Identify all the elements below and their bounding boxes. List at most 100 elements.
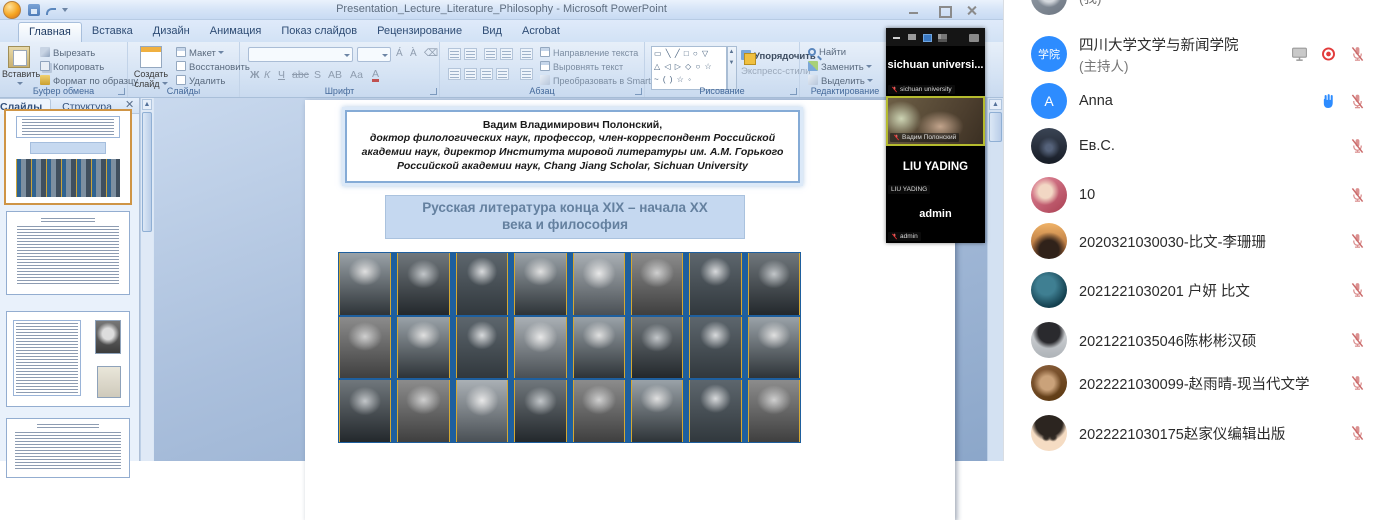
maximize-button[interactable] bbox=[933, 4, 955, 17]
cut-icon bbox=[40, 47, 50, 57]
screen-share-icon bbox=[1291, 47, 1308, 62]
participant-row[interactable]: 2021221035046陈彬彬汉硕 bbox=[1004, 316, 1377, 364]
save-icon[interactable] bbox=[28, 4, 40, 16]
main-scroll-thumb[interactable] bbox=[989, 112, 1002, 142]
main-scrollbar[interactable]: ▲ bbox=[987, 98, 1003, 461]
muted-mic-icon bbox=[1349, 332, 1366, 349]
powerpoint-window: Presentation_Lecture_Literature_Philosop… bbox=[0, 0, 1003, 461]
video-tile-speaker[interactable]: Вадим Полонский bbox=[886, 96, 985, 146]
undo-icon[interactable] bbox=[45, 4, 57, 16]
bullets-icon[interactable] bbox=[448, 48, 461, 60]
strip-participants-icon[interactable] bbox=[969, 34, 979, 42]
bold-button[interactable]: Ж bbox=[250, 69, 260, 81]
video-tile-sichuan[interactable]: sichuan universi... sichuan university bbox=[886, 46, 985, 96]
participant-row[interactable]: A Anna bbox=[1004, 77, 1377, 125]
change-case-button[interactable]: Аа bbox=[350, 69, 363, 81]
credentials-textbox[interactable]: Вадим Владимирович Полонский, доктор фил… bbox=[345, 110, 800, 183]
tab-animation[interactable]: Анимация bbox=[200, 22, 272, 41]
delete-icon bbox=[176, 75, 186, 85]
replace-button[interactable]: Заменить bbox=[808, 61, 872, 74]
numbering-icon[interactable] bbox=[464, 48, 477, 60]
smartart-button[interactable]: Преобразовать в SmartArt bbox=[540, 75, 662, 86]
tab-slideshow[interactable]: Показ слайдов bbox=[271, 22, 367, 41]
smartart-icon bbox=[540, 75, 550, 85]
portrait-cell bbox=[514, 380, 566, 442]
shapes-gallery[interactable]: ▭ ╲ ╱ □ ○ ▽ △ ◁ ▷ ◇ ○ ☆ ~ ( ) ☆ ◦ ▲▼ bbox=[651, 46, 727, 90]
find-icon bbox=[808, 48, 816, 56]
strip-minimize-icon[interactable] bbox=[893, 34, 900, 39]
shrink-font-button[interactable]: А̀ bbox=[410, 48, 417, 59]
slide-thumbnail-2[interactable] bbox=[6, 211, 130, 295]
participant-row-host[interactable]: 学院 四川大学文学与新闻学院 (主持人) bbox=[1004, 26, 1377, 82]
align-text-button[interactable]: Выровнять текст bbox=[540, 61, 623, 72]
font-name-combo[interactable] bbox=[248, 47, 353, 62]
avatar bbox=[1031, 415, 1067, 451]
italic-button[interactable]: К bbox=[264, 69, 270, 81]
tab-view[interactable]: Вид bbox=[472, 22, 512, 41]
align-left-icon[interactable] bbox=[448, 68, 461, 80]
align-center-icon[interactable] bbox=[464, 68, 477, 80]
strip-grid-view-icon[interactable] bbox=[938, 34, 947, 42]
panel-scrollbar[interactable]: ▲ bbox=[140, 98, 153, 461]
tab-design[interactable]: Дизайн bbox=[143, 22, 200, 41]
participant-row[interactable]: 10 bbox=[1004, 171, 1377, 219]
office-orb-button[interactable] bbox=[3, 1, 21, 19]
minimize-button[interactable] bbox=[903, 4, 925, 17]
reset-button[interactable]: Восстановить bbox=[176, 61, 250, 74]
align-right-icon[interactable] bbox=[480, 68, 493, 80]
participant-row[interactable]: 2022221030099-赵雨晴-现当代文学 bbox=[1004, 359, 1377, 407]
close-button[interactable] bbox=[961, 4, 983, 17]
tab-home[interactable]: Главная bbox=[18, 22, 82, 42]
slide-thumbnail-4[interactable] bbox=[6, 418, 130, 478]
layout-button[interactable]: Макет bbox=[176, 47, 224, 60]
grow-font-button[interactable]: А́ bbox=[396, 48, 403, 59]
panel-scroll-up-arrow[interactable]: ▲ bbox=[142, 99, 152, 110]
tab-insert[interactable]: Вставка bbox=[82, 22, 143, 41]
slide-thumbnail-1[interactable] bbox=[4, 109, 132, 205]
ribbon-tab-row: Главная Вставка Дизайн Анимация Показ сл… bbox=[0, 20, 1003, 42]
participant-row[interactable]: 2020321030030-比文-李珊珊 bbox=[1004, 217, 1377, 265]
strip-speaker-view-icon[interactable] bbox=[908, 34, 916, 40]
paragraph-dialog-launcher[interactable] bbox=[635, 88, 642, 95]
increase-indent-icon[interactable] bbox=[500, 48, 513, 60]
tab-review[interactable]: Рецензирование bbox=[367, 22, 472, 41]
find-button[interactable]: Найти bbox=[808, 47, 846, 60]
decrease-indent-icon[interactable] bbox=[484, 48, 497, 60]
panel-scroll-thumb[interactable] bbox=[142, 112, 152, 232]
slide-thumbnail-3[interactable] bbox=[6, 311, 130, 407]
strip-gallery-view-active-icon[interactable] bbox=[923, 34, 932, 42]
portrait-cell bbox=[573, 380, 625, 442]
lecture-title-box[interactable]: Русская литература конца XIX – начала XX… bbox=[385, 195, 745, 239]
clear-format-button[interactable]: ⌫ bbox=[424, 48, 438, 59]
participant-row[interactable]: Ев.С. bbox=[1004, 122, 1377, 170]
paste-button[interactable]: Вставить bbox=[2, 45, 36, 90]
main-scroll-up-arrow[interactable]: ▲ bbox=[989, 99, 1002, 110]
font-dialog-launcher[interactable] bbox=[430, 88, 437, 95]
line-spacing-icon[interactable] bbox=[520, 48, 533, 60]
shadow-button[interactable]: S bbox=[314, 69, 321, 81]
current-slide[interactable]: Вадим Владимирович Полонский, доктор фил… bbox=[305, 100, 955, 520]
new-slide-button[interactable]: Создать слайд bbox=[131, 45, 171, 90]
char-spacing-button[interactable]: АВ bbox=[328, 69, 342, 81]
video-tile-admin[interactable]: admin admin bbox=[886, 196, 985, 243]
strikethrough-button[interactable]: abc bbox=[292, 69, 309, 81]
font-color-button[interactable]: А bbox=[372, 69, 379, 82]
text-direction-button[interactable]: Направление текста bbox=[540, 47, 638, 58]
participant-row-me[interactable]: (我) bbox=[1004, 0, 1377, 21]
cut-button[interactable]: Вырезать bbox=[40, 47, 95, 60]
participant-row[interactable]: 2022221030175赵家仪编辑出版 bbox=[1004, 409, 1377, 457]
justify-icon[interactable] bbox=[496, 68, 509, 80]
tab-acrobat[interactable]: Acrobat bbox=[512, 22, 570, 41]
participant-row[interactable]: 2021221030201 户妍 比文 bbox=[1004, 266, 1377, 314]
copy-button[interactable]: Копировать bbox=[40, 61, 104, 74]
portrait-grid[interactable] bbox=[338, 252, 801, 443]
shapes-gallery-scroll[interactable]: ▲▼ bbox=[727, 46, 737, 90]
underline-button[interactable]: Ч bbox=[278, 69, 285, 81]
clipboard-dialog-launcher[interactable] bbox=[118, 88, 125, 95]
video-tile-liu-yading[interactable]: LIU YADING LIU YADING bbox=[886, 146, 985, 196]
font-size-combo[interactable] bbox=[357, 47, 391, 62]
drawing-dialog-launcher[interactable] bbox=[790, 88, 797, 95]
columns-icon[interactable] bbox=[520, 68, 533, 80]
paste-icon bbox=[8, 46, 30, 68]
qat-dropdown-icon[interactable] bbox=[62, 8, 68, 12]
